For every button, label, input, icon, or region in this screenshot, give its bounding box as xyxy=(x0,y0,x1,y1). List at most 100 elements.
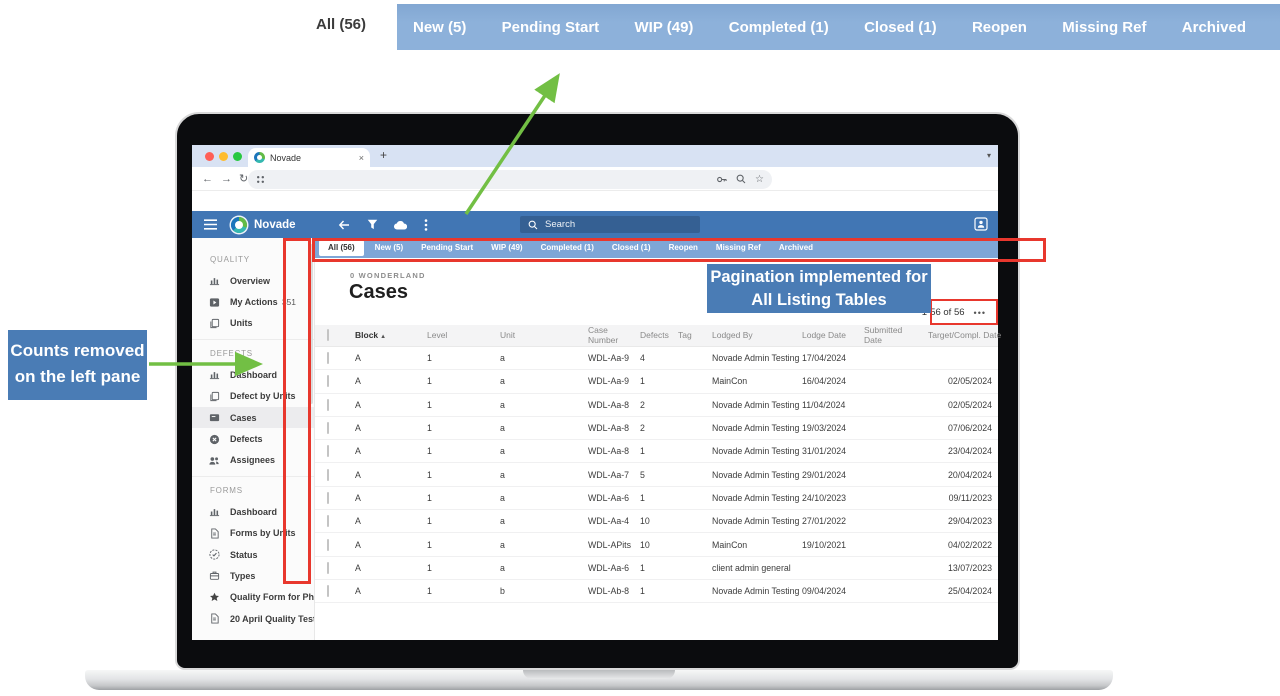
table-row[interactable]: A1aWDL-APits10MainCon19/10/202104/02/202… xyxy=(315,533,998,556)
app-toolbar: Novade Search xyxy=(192,211,998,238)
row-checkbox[interactable] xyxy=(327,469,329,481)
zoom-icon[interactable] xyxy=(736,174,746,184)
row-checkbox-cell xyxy=(325,563,355,573)
banner-tab-new-5[interactable]: New (5) xyxy=(413,19,466,36)
site-settings-icon[interactable] xyxy=(256,175,265,184)
browser-forward-icon[interactable]: → xyxy=(221,172,232,186)
cell-defects: 10 xyxy=(640,540,678,550)
sidebar-item-label: Cases xyxy=(230,413,257,423)
search-input[interactable]: Search xyxy=(520,216,700,233)
cell-defects: 5 xyxy=(640,470,678,480)
table-row[interactable]: A1aWDL-Aa-61Novade Admin Testing24/10/20… xyxy=(315,487,998,510)
row-checkbox[interactable] xyxy=(327,492,329,504)
close-window-button[interactable] xyxy=(205,152,214,161)
sidebar-item-label: Dashboard xyxy=(230,370,277,380)
cell-lodged-by: Novade Admin Testing xyxy=(712,470,802,480)
tab-strip-chevron-icon[interactable]: ▾ xyxy=(987,151,991,160)
browser-reload-icon[interactable]: ↻ xyxy=(239,172,248,186)
row-checkbox[interactable] xyxy=(327,515,329,527)
banner-tab-wip-49[interactable]: WIP (49) xyxy=(635,19,694,36)
column-header-target-compl-date[interactable]: Target/Compl. Date xyxy=(928,331,1007,340)
table-row[interactable]: A1bWDL-Ab-81Novade Admin Testing09/04/20… xyxy=(315,580,998,603)
bookmark-star-icon[interactable]: ☆ xyxy=(755,174,764,185)
column-header-submitted-date[interactable]: Submitted Date xyxy=(864,326,928,345)
column-header-label: Tag xyxy=(678,330,692,340)
menu-hamburger-icon[interactable] xyxy=(204,219,217,230)
row-checkbox[interactable] xyxy=(327,445,329,457)
row-checkbox[interactable] xyxy=(327,562,329,574)
column-header-case-number[interactable]: Case Number xyxy=(588,326,640,345)
address-bar[interactable]: ☆ xyxy=(248,170,772,189)
cell-level: 1 xyxy=(427,586,500,596)
browser-back-icon[interactable]: ← xyxy=(202,172,213,186)
column-header-block[interactable]: Block▲ xyxy=(355,331,427,341)
column-header-unit[interactable]: Unit xyxy=(500,331,588,340)
cell-block: A xyxy=(355,516,427,526)
banner-tab-pending-start[interactable]: Pending Start xyxy=(502,19,600,36)
search-placeholder: Search xyxy=(545,219,575,230)
cell-lodge-date: 11/04/2024 xyxy=(802,400,864,410)
doc-icon xyxy=(208,613,220,624)
table-row[interactable]: A1aWDL-Aa-91MainCon16/04/202402/05/2024 xyxy=(315,370,998,393)
password-key-icon[interactable] xyxy=(716,174,727,185)
maximize-window-button[interactable] xyxy=(233,152,242,161)
cell-lodge-date: 09/04/2024 xyxy=(802,586,864,596)
table-row[interactable]: A1aWDL-Aa-410Novade Admin Testing27/01/2… xyxy=(315,510,998,533)
filter-icon[interactable] xyxy=(367,219,378,230)
column-header-defects[interactable]: Defects xyxy=(640,331,678,340)
banner-tab-missing-ref[interactable]: Missing Ref xyxy=(1062,19,1146,36)
app-back-icon[interactable] xyxy=(338,219,350,231)
more-options-kebab-icon[interactable] xyxy=(424,219,428,231)
select-all-checkbox[interactable] xyxy=(327,329,329,341)
cell-lodge-date: 19/03/2024 xyxy=(802,423,864,433)
cases-content: 0 WONDERLAND Cases 1-56 of 56 ••• Block▲… xyxy=(315,258,998,640)
row-checkbox[interactable] xyxy=(327,585,329,597)
browser-tab[interactable]: Novade × xyxy=(248,148,370,167)
table-row[interactable]: A1aWDL-Aa-82Novade Admin Testing19/03/20… xyxy=(315,417,998,440)
row-checkbox[interactable] xyxy=(327,539,329,551)
status-tabs-banner: New (5) Pending Start WIP (49) Completed (1… xyxy=(397,4,1280,50)
cell-lodge-date: 24/10/2023 xyxy=(802,493,864,503)
cell-defects: 4 xyxy=(640,353,678,363)
cell-block: A xyxy=(355,376,427,386)
user-profile-icon[interactable] xyxy=(974,217,988,231)
column-header-label: Block xyxy=(355,330,378,340)
banner-tab-archived[interactable]: Archived xyxy=(1182,19,1246,36)
row-checkbox[interactable] xyxy=(327,399,329,411)
row-checkbox[interactable] xyxy=(327,352,329,364)
row-checkbox-cell xyxy=(325,400,355,410)
sidebar-item-quality-form-for-photo-t[interactable]: Quality Form for Photo t... xyxy=(192,587,314,608)
column-header-lodge-date[interactable]: Lodge Date xyxy=(802,331,864,340)
row-checkbox-cell xyxy=(325,353,355,363)
column-header-lodged-by[interactable]: Lodged By xyxy=(712,331,802,340)
minimize-window-button[interactable] xyxy=(219,152,228,161)
table-row[interactable]: A1aWDL-Aa-81Novade Admin Testing31/01/20… xyxy=(315,440,998,463)
banner-tab-reopen[interactable]: Reopen xyxy=(972,19,1027,36)
cloud-sync-icon[interactable] xyxy=(394,220,407,230)
table-row[interactable]: A1aWDL-Aa-82Novade Admin Testing11/04/20… xyxy=(315,394,998,417)
cell-case-number: WDL-Aa-6 xyxy=(588,493,640,503)
pages-icon xyxy=(208,318,220,329)
column-header-tag[interactable]: Tag xyxy=(678,331,712,340)
row-checkbox[interactable] xyxy=(327,375,329,387)
table-row[interactable]: A1aWDL-Aa-75Novade Admin Testing29/01/20… xyxy=(315,463,998,486)
table-row[interactable]: A1aWDL-Aa-61client admin general13/07/20… xyxy=(315,557,998,580)
cell-unit: b xyxy=(500,586,588,596)
sort-ascending-icon: ▲ xyxy=(380,334,386,340)
banner-tab-closed-1[interactable]: Closed (1) xyxy=(864,19,937,36)
banner-tab-completed-1[interactable]: Completed (1) xyxy=(729,19,829,36)
cell-target-compl-date: 09/11/2023 xyxy=(928,493,998,503)
cell-lodge-date: 29/01/2024 xyxy=(802,470,864,480)
new-tab-button[interactable]: + xyxy=(380,148,387,162)
browser-tab-strip: Novade × + ▾ xyxy=(192,145,998,167)
briefcase-icon xyxy=(208,570,220,581)
callout-pagination: Pagination implemented for All Listing T… xyxy=(707,264,931,313)
column-header-level[interactable]: Level xyxy=(427,331,500,340)
row-checkbox[interactable] xyxy=(327,422,329,434)
sidebar-item-20-april-quality-test[interactable]: 20 April Quality Test xyxy=(192,608,314,629)
close-tab-icon[interactable]: × xyxy=(359,153,364,163)
cell-defects: 2 xyxy=(640,423,678,433)
search-icon xyxy=(528,220,538,230)
table-row[interactable]: A1aWDL-Aa-94Novade Admin Testing17/04/20… xyxy=(315,347,998,370)
cell-block: A xyxy=(355,353,427,363)
